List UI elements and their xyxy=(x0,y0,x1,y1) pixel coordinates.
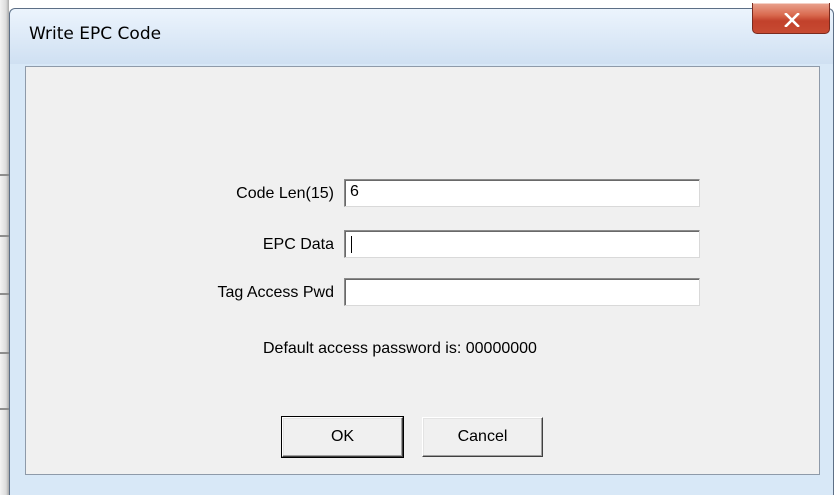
cancel-button[interactable]: Cancel xyxy=(422,417,543,457)
code-len-input[interactable]: 6 xyxy=(344,179,700,207)
epc-data-label: EPC Data xyxy=(262,236,334,253)
epc-data-input[interactable] xyxy=(344,230,700,258)
title-bar[interactable]: Write EPC Code xyxy=(10,3,833,64)
close-button[interactable] xyxy=(752,3,830,34)
dialog-content: Code Len(15) 6 EPC Data Tag Access Pwd D… xyxy=(25,66,820,475)
background-divider xyxy=(0,408,9,410)
background-divider xyxy=(0,293,9,295)
background-window-edge xyxy=(0,0,9,495)
background-divider xyxy=(0,352,9,354)
text-caret xyxy=(351,236,352,253)
write-epc-dialog: Write EPC Code Code Len(15) 6 EPC Data T… xyxy=(9,3,834,495)
ok-button[interactable]: OK xyxy=(281,416,404,458)
background-divider xyxy=(0,174,9,176)
code-len-label: Code Len(15) xyxy=(236,185,334,202)
default-password-note: Default access password is: 00000000 xyxy=(263,340,537,357)
access-pwd-label: Tag Access Pwd xyxy=(217,284,335,301)
background-divider xyxy=(0,235,9,237)
access-pwd-input[interactable] xyxy=(344,278,700,306)
close-x-icon xyxy=(784,13,800,27)
dialog-title: Write EPC Code xyxy=(29,24,162,44)
